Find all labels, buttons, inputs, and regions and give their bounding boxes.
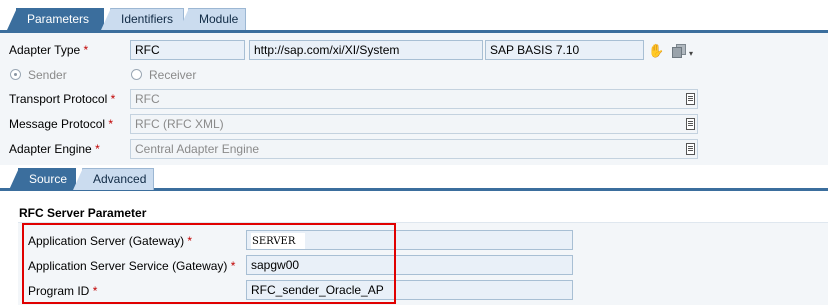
tab-advanced[interactable]: Advanced	[73, 168, 154, 190]
tab-identifiers[interactable]: Identifiers	[101, 8, 184, 30]
tab-source[interactable]: Source	[9, 168, 76, 190]
receiver-radio[interactable]	[131, 69, 142, 80]
adapter-type-field[interactable]: RFC	[130, 40, 245, 60]
message-protocol-label: Message Protocol *	[9, 117, 114, 131]
software-component-field[interactable]: SAP BASIS 7.10	[485, 40, 644, 60]
highlight-box	[22, 223, 396, 304]
tab-label: Identifiers	[121, 12, 174, 26]
tab-label: Source	[29, 172, 68, 186]
tab-label: Module	[199, 12, 239, 26]
adapter-namespace-field[interactable]: http://sap.com/xi/XI/System	[249, 40, 483, 60]
copy-icon[interactable]: ▾	[672, 44, 694, 58]
sender-label: Sender	[28, 68, 67, 82]
tab-label: Advanced	[93, 172, 147, 186]
message-protocol-select[interactable]: RFC (RFC XML)	[130, 114, 698, 134]
required-marker: *	[83, 43, 89, 57]
dropdown-list-icon[interactable]	[686, 143, 695, 155]
receiver-label: Receiver	[149, 68, 197, 82]
tab-module[interactable]: Module	[179, 8, 246, 30]
dropdown-list-icon[interactable]	[686, 93, 695, 105]
main-tabstrip: Parameters Identifiers Module	[0, 0, 828, 33]
dropdown-list-icon[interactable]	[686, 118, 695, 130]
tab-label: Parameters	[27, 12, 90, 26]
chevron-down-icon: ▾	[689, 49, 694, 58]
transport-protocol-label: Transport Protocol *	[9, 92, 116, 106]
section-title: RFC Server Parameter	[19, 206, 147, 220]
tab-parameters[interactable]: Parameters	[7, 8, 104, 30]
adapter-type-label: Adapter Type *	[9, 43, 89, 57]
sender-radio[interactable]	[10, 69, 21, 80]
sub-tabstrip: Source Advanced	[0, 165, 828, 191]
hand-pointer-icon[interactable]: ✋	[648, 43, 664, 59]
adapter-engine-label: Adapter Engine *	[9, 142, 100, 156]
transport-protocol-select[interactable]: RFC	[130, 89, 698, 109]
adapter-engine-select[interactable]: Central Adapter Engine	[130, 139, 698, 159]
